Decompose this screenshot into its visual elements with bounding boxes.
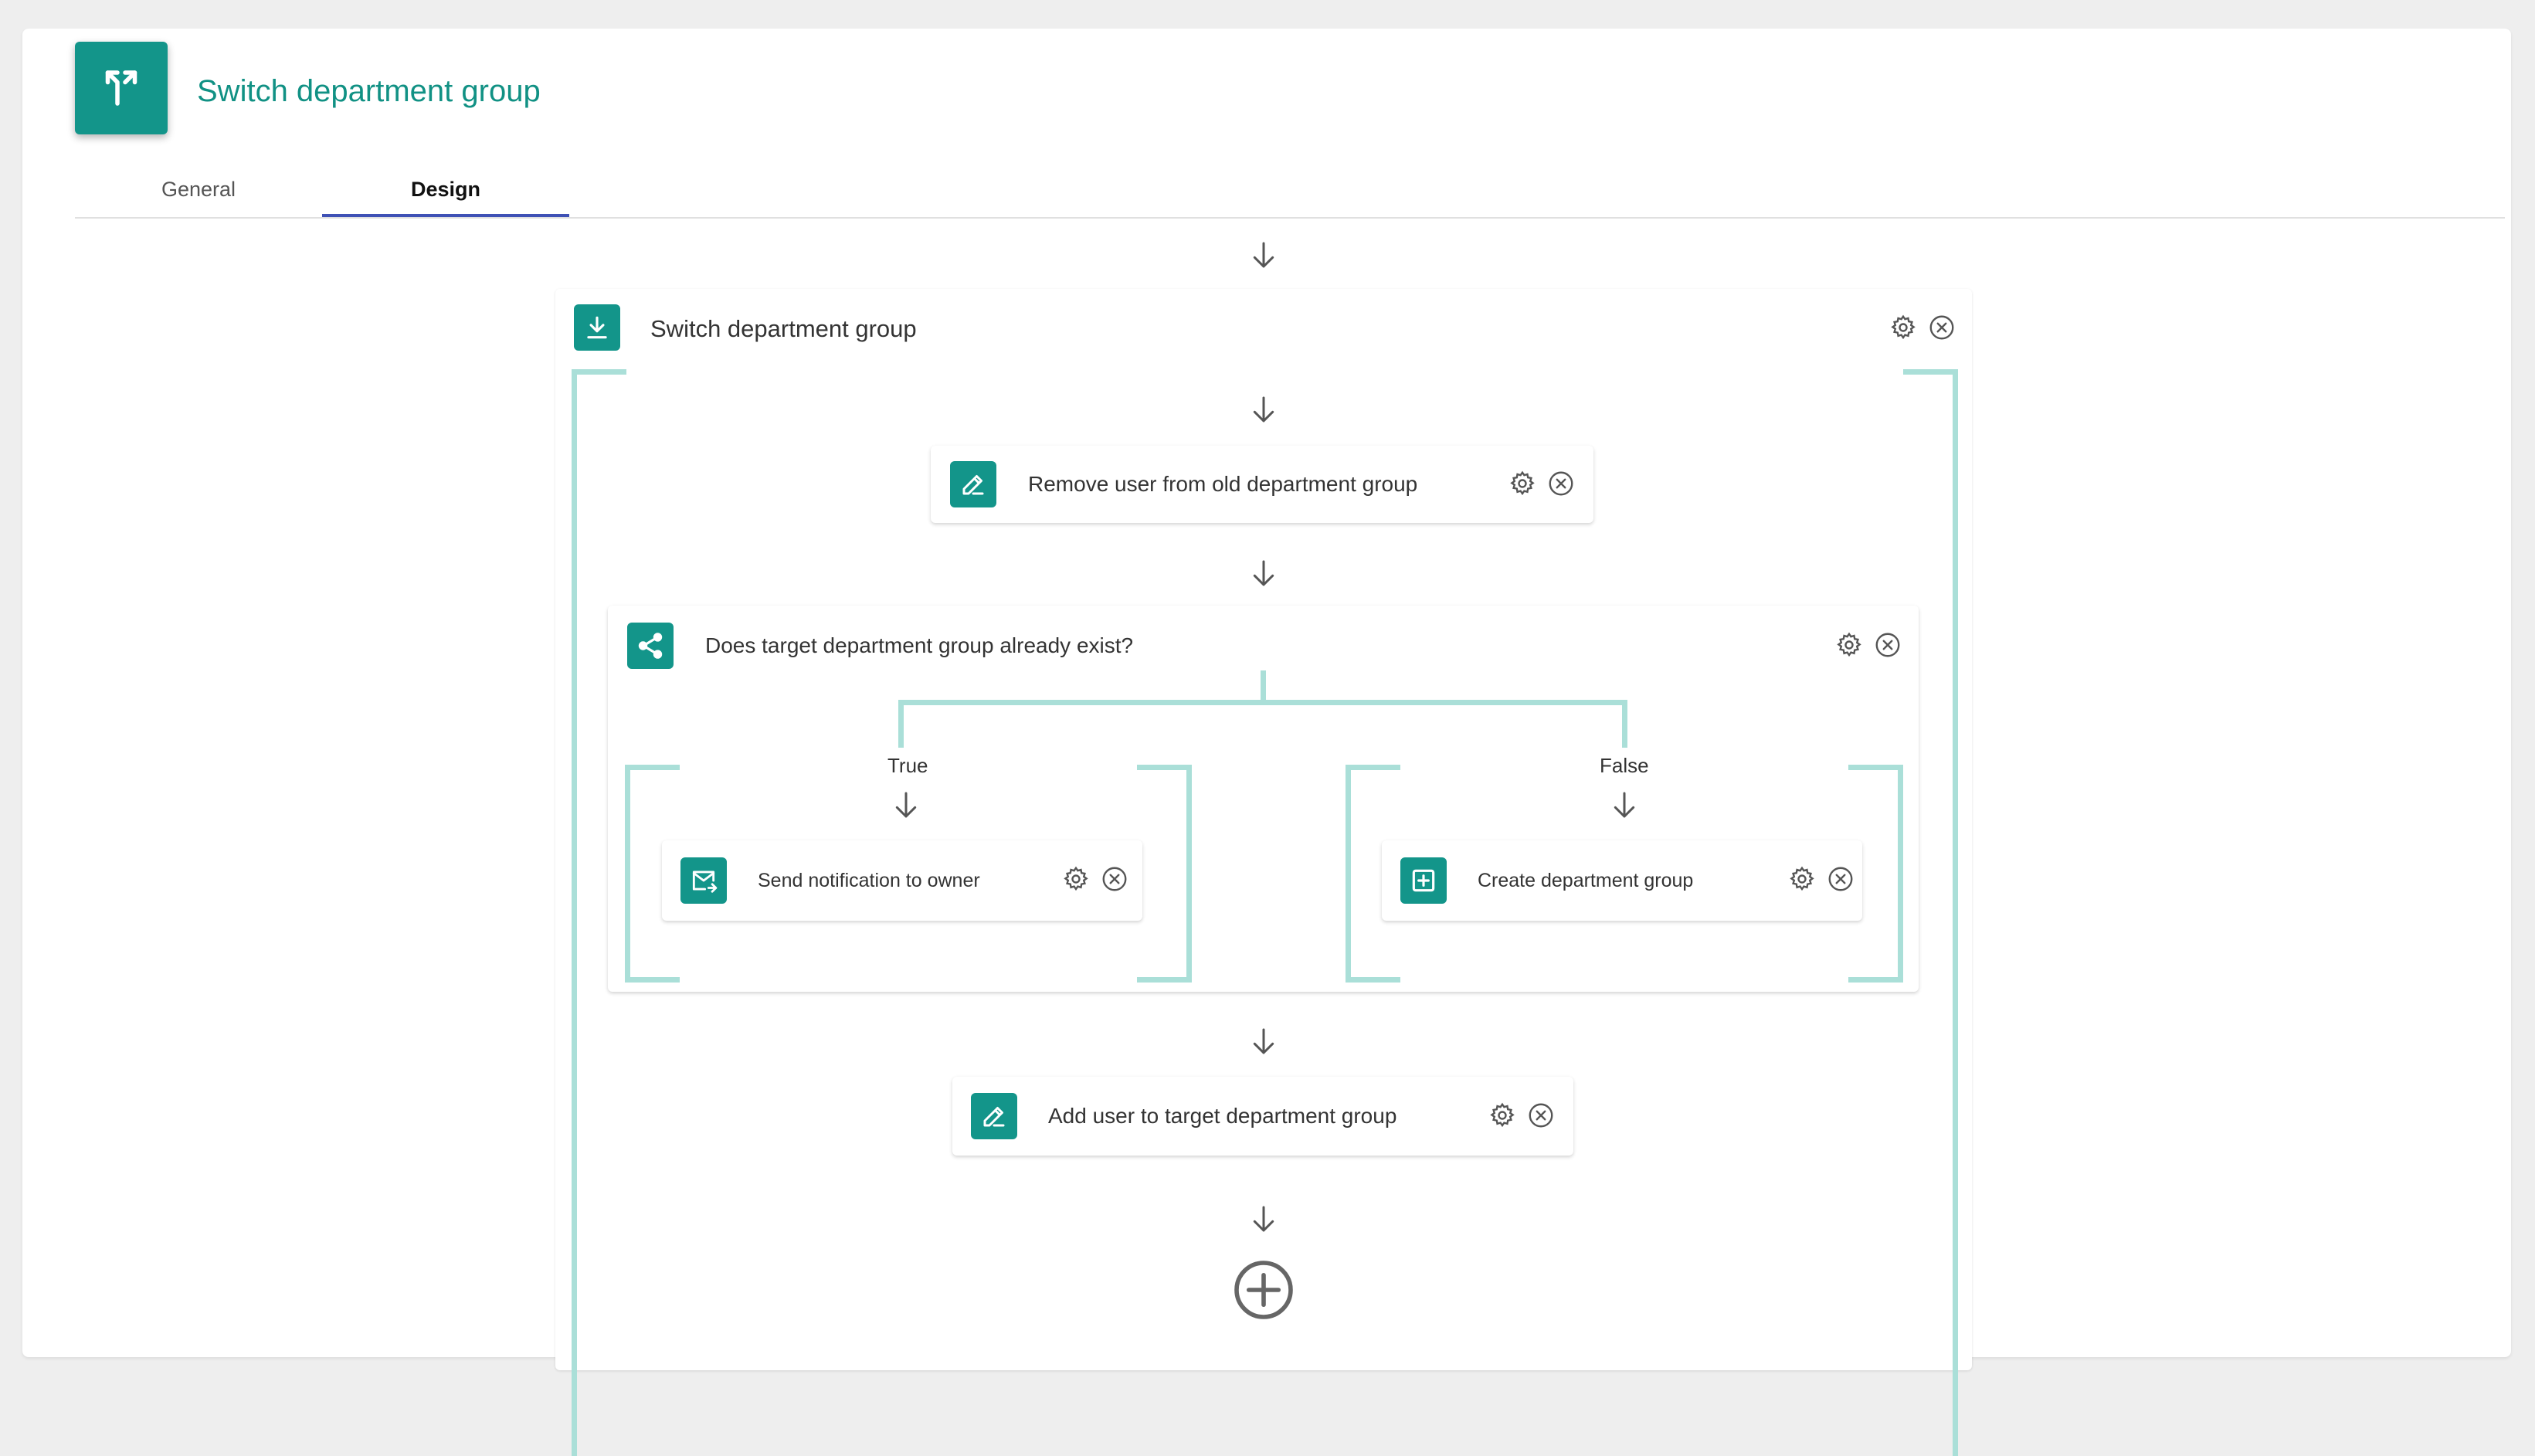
false-branch-label: False [1600, 754, 1649, 777]
step-send-notification[interactable]: Send notification to owner [662, 840, 1142, 921]
plus-circle-icon [1234, 1261, 1293, 1319]
edit-icon [971, 1093, 1017, 1139]
step-remove-user[interactable]: Remove user from old department group [931, 446, 1593, 523]
close-circle-icon [1828, 867, 1853, 891]
gear-icon [1837, 632, 1861, 657]
branch-connector-false [1622, 700, 1627, 748]
arrow-down-icon [891, 789, 921, 820]
add-box-icon [1400, 857, 1447, 904]
arrow-down-icon [1609, 789, 1640, 820]
gear-icon [1490, 1102, 1515, 1128]
step-create-department-group[interactable]: Create department group [1382, 840, 1862, 921]
arrow-down-icon [1248, 1203, 1279, 1234]
close-circle-icon [1549, 471, 1573, 496]
true-branch-bracket-right [1137, 765, 1192, 983]
gear-icon [1064, 866, 1088, 891]
split-arrows-icon [75, 42, 168, 134]
step-label: Send notification to owner [758, 870, 980, 891]
settings-button[interactable] [1507, 468, 1538, 499]
close-circle-icon [1102, 867, 1127, 891]
true-branch-label: True [887, 754, 928, 777]
step-actions [1787, 864, 1856, 894]
remove-button[interactable] [1546, 468, 1576, 499]
step-label: Add user to target department group [1048, 1104, 1397, 1128]
download-icon [574, 304, 620, 351]
step-actions [1060, 864, 1130, 894]
close-circle-icon [1875, 633, 1900, 657]
condition-actions [1834, 630, 1903, 660]
remove-button[interactable] [1099, 864, 1130, 894]
tabs-divider [75, 217, 2505, 219]
gear-icon [1891, 314, 1916, 340]
mail-forward-icon [680, 857, 727, 904]
condition-container[interactable]: Does target department group already exi… [608, 606, 1919, 992]
step-label: Create department group [1478, 870, 1694, 891]
step-label: Remove user from old department group [1028, 472, 1418, 496]
edit-icon [950, 461, 996, 507]
share-icon [627, 623, 674, 669]
gear-icon [1510, 470, 1535, 496]
remove-button[interactable] [1825, 864, 1856, 894]
remove-button[interactable] [1926, 312, 1957, 343]
tab-general[interactable]: General [75, 161, 322, 217]
settings-button[interactable] [1834, 630, 1865, 660]
step-actions [1487, 1100, 1556, 1131]
settings-button[interactable] [1888, 312, 1919, 343]
close-circle-icon [1529, 1103, 1553, 1128]
tab-design[interactable]: Design [322, 161, 569, 217]
step-add-user[interactable]: Add user to target department group [952, 1077, 1573, 1156]
close-circle-icon [1929, 315, 1954, 340]
arrow-down-icon [1248, 558, 1279, 589]
arrow-down-icon [1248, 239, 1279, 270]
arrow-down-icon [1248, 394, 1279, 425]
settings-button[interactable] [1487, 1100, 1518, 1131]
add-step-button[interactable] [1231, 1257, 1296, 1322]
step-actions [1507, 468, 1576, 499]
settings-button[interactable] [1060, 864, 1091, 894]
arrow-down-icon [1248, 1026, 1279, 1057]
remove-button[interactable] [1525, 1100, 1556, 1131]
condition-label: Does target department group already exi… [705, 633, 1134, 657]
branch-connector-stem [1261, 670, 1266, 703]
page-title: Switch department group [197, 74, 541, 108]
remove-button[interactable] [1872, 630, 1903, 660]
gear-icon [1790, 866, 1814, 891]
settings-button[interactable] [1787, 864, 1817, 894]
branch-connector-true [898, 700, 904, 748]
branch-connector-bar [898, 700, 1627, 705]
container-label: Switch department group [650, 315, 917, 342]
container-actions [1888, 312, 1957, 343]
